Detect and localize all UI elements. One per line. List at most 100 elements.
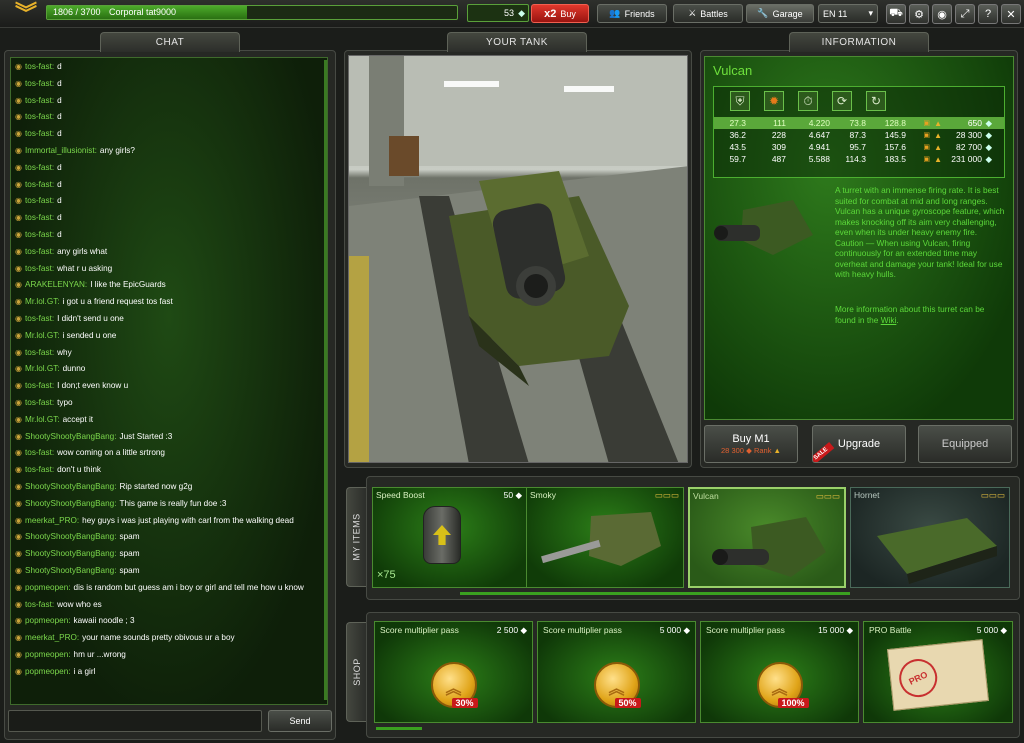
chat-username[interactable]: tos-fast: [25, 162, 54, 173]
chat-username[interactable]: tos-fast: [25, 195, 54, 206]
chat-username[interactable]: popmeopen: [25, 666, 71, 677]
chat-username[interactable]: tos-fast: [25, 95, 54, 106]
chat-username[interactable]: tos-fast: [25, 61, 54, 72]
chat-username[interactable]: Mr.lol.GT: [25, 330, 60, 341]
chat-username[interactable]: Mr.lol.GT: [25, 414, 60, 425]
chat-username[interactable]: Mr.lol.GT: [25, 363, 60, 374]
stat-value: 157.6 [884, 142, 906, 152]
rank-icon: ◉ [15, 532, 22, 542]
tab-my-items-label: MY ITEMS [351, 513, 362, 561]
stat-value: 487 [771, 154, 786, 164]
chat-username[interactable]: Immortal_illusionist: [25, 145, 97, 156]
buy-upgrade-button[interactable]: Buy M1 28 300 ◆ Rank ▲ [704, 425, 798, 463]
chat-username[interactable]: ShootyShootyBangBang: [25, 481, 117, 492]
chat-username[interactable]: tos-fast: [25, 397, 54, 408]
chat-username[interactable]: popmeopen: [25, 649, 71, 660]
chat-scrollbar[interactable] [324, 60, 327, 700]
chat-username[interactable]: ShootyShootyBangBang: [25, 565, 117, 576]
tank-settings-icon[interactable]: ⛟ [886, 4, 906, 24]
stat-price: 82 700 [956, 142, 982, 152]
impact-icon: ✹ [764, 91, 784, 111]
chat-username[interactable]: tos-fast: [25, 347, 54, 358]
chat-text: d [57, 78, 62, 88]
chat-log[interactable]: ◉ tos-fast: d ◉ tos-fast: d ◉ tos-fast: d ◉ tos-fa… [10, 57, 328, 705]
chat-username[interactable]: tos-fast: [25, 78, 54, 89]
battles-button[interactable]: ⚔ Battles [673, 4, 743, 23]
server-select[interactable]: EN 11 ▾ [818, 4, 878, 23]
shop-item-score-pass-100[interactable]: Score multiplier pass 15 000 ◆ 100% [700, 621, 859, 723]
chat-username[interactable]: tos-fast: [25, 380, 54, 391]
close-icon[interactable]: ✕ [1001, 4, 1021, 24]
chat-username[interactable]: popmeopen: [25, 582, 71, 593]
chat-message: ◉ tos-fast: d [15, 61, 319, 72]
chat-text: d [57, 112, 62, 122]
chat-username[interactable]: tos-fast: [25, 179, 54, 190]
sound-icon[interactable]: ◉ [932, 4, 952, 24]
chat-username[interactable]: tos-fast: [25, 599, 54, 610]
shop-item-score-pass-30[interactable]: Score multiplier pass 2 500 ◆ 30% [374, 621, 533, 723]
more-info: More information about this turret can b… [835, 304, 1007, 325]
gear-icon[interactable]: ⚙ [909, 4, 929, 24]
stat-value: 73.8 [849, 118, 866, 128]
tank-preview[interactable] [348, 55, 688, 463]
rank-progress-bar: 1806 / 3700 Corporal tat9000 [46, 5, 458, 20]
chat-message: ◉ tos-fast: any girls what [15, 246, 319, 257]
chat-username[interactable]: tos-fast: [25, 212, 54, 223]
chat-text: Rip started now g2g [119, 481, 193, 491]
chat-username[interactable]: Mr.lol.GT: [25, 296, 60, 307]
stat-value: 309 [771, 142, 786, 152]
item-card-vulcan[interactable]: Vulcan ▭▭▭ [688, 487, 846, 588]
item-title: Vulcan [713, 63, 753, 78]
chat-message: ◉ popmeopen: kawaii noodle ; 3 [15, 615, 319, 626]
chat-username[interactable]: tos-fast: [25, 464, 54, 475]
crystal-icon: ◆ [985, 141, 992, 152]
friends-button[interactable]: 👥 Friends [597, 4, 667, 23]
chat-username[interactable]: meerkat_PRO: [25, 632, 79, 643]
buy-crystals-button[interactable]: x2 Buy [531, 4, 589, 23]
chat-username[interactable]: meerkat_PRO: [25, 515, 79, 526]
shop-item-score-pass-50[interactable]: Score multiplier pass 5 000 ◆ 50% [537, 621, 696, 723]
shop-item-pro-battle[interactable]: PRO Battle 5 000 ◆ PRO [863, 621, 1013, 723]
chat-text: d [57, 62, 62, 71]
rank-icon: ◉ [15, 448, 22, 458]
chat-username[interactable]: ShootyShootyBangBang: [25, 431, 117, 442]
chat-input[interactable] [8, 710, 262, 732]
send-button[interactable]: Send [268, 710, 332, 732]
garage-button[interactable]: 🔧 Garage [746, 4, 814, 23]
menu-chevron-icon[interactable]: ︾ [8, 3, 44, 27]
chat-username[interactable]: tos-fast: [25, 246, 54, 257]
chat-username[interactable]: tos-fast: [25, 447, 54, 458]
chat-message: ◉ ShootyShootyBangBang: Rip started now g2… [15, 481, 319, 492]
wiki-link[interactable]: Wiki [881, 315, 897, 325]
fullscreen-icon[interactable]: ⤢ [955, 4, 975, 24]
shop-scrollbar[interactable] [376, 727, 422, 730]
stat-value: 128.8 [884, 118, 906, 128]
equipped-button[interactable]: Equipped [918, 425, 1012, 463]
rank-icon: ◉ [15, 313, 22, 323]
chat-message: ◉ Mr.lol.GT: dunno [15, 363, 319, 374]
item-card-hornet[interactable]: Hornet ▭▭▭ [850, 487, 1010, 588]
chat-message: ◉ Immortal_illusionist: any girls? [15, 145, 319, 156]
chat-username[interactable]: tos-fast: [25, 128, 54, 139]
chat-username[interactable]: popmeopen: [25, 615, 71, 626]
chat-username[interactable]: ShootyShootyBangBang: [25, 531, 117, 542]
rank-icon: ◉ [15, 246, 22, 256]
item-count: ×75 [377, 569, 396, 581]
upgrade-button[interactable]: Upgrade SALE [812, 425, 906, 463]
item-card-smoky[interactable]: Smoky ▭▭▭ [526, 487, 684, 588]
chat-username[interactable]: tos-fast: [25, 313, 54, 324]
help-icon[interactable]: ? [978, 4, 998, 24]
items-scrollbar[interactable] [460, 592, 850, 595]
stat-row: 59.7 487 5.588 114.3 183.5 ▣ ▲ 231 000 ◆ [714, 153, 1004, 165]
chat-username[interactable]: tos-fast: [25, 263, 54, 274]
rank-icon: ◉ [15, 263, 22, 273]
chat-username[interactable]: ShootyShootyBangBang: [25, 548, 117, 559]
item-description: A turret with an immense firing rate. It… [835, 185, 1005, 279]
rank-icon: ◉ [15, 62, 22, 71]
chat-username[interactable]: ARAKELENYAN: [25, 279, 87, 290]
chat-username[interactable]: ShootyShootyBangBang: [25, 498, 117, 509]
chat-username[interactable]: tos-fast: [25, 229, 54, 240]
chat-username[interactable]: tos-fast: [25, 111, 54, 122]
chat-text: any girls? [99, 145, 135, 155]
item-card-speed-boost[interactable]: Speed Boost 50 ◆ ×75 [372, 487, 527, 588]
